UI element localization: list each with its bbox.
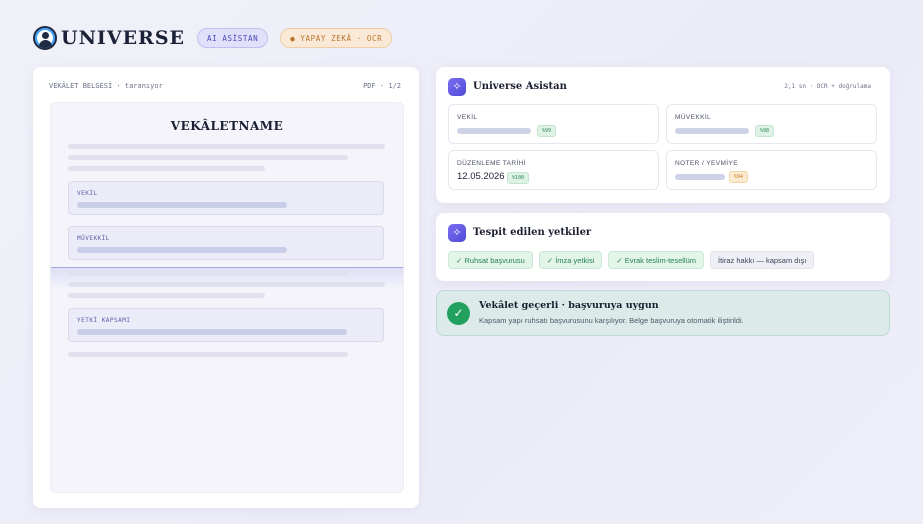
processing-meta: 2,1 sn · OCR + doğrulama <box>784 83 871 90</box>
extracted-field-muvekkil[interactable]: MÜVEKKİL %98 <box>666 104 877 144</box>
text-line <box>68 293 265 298</box>
extracted-field-vekil[interactable]: VEKİL %99 <box>448 104 659 144</box>
field-label: MÜVEKKİL <box>77 235 110 242</box>
scan-status: VEKÂLET BELGESİ · taranıyor <box>49 82 163 90</box>
authority-chip[interactable]: ✓ Ruhsat başvurusu <box>448 251 533 269</box>
field-value-placeholder <box>457 128 531 134</box>
result-title: Vekâlet geçerli · başvuruya uygun <box>479 300 659 311</box>
field-value-placeholder <box>675 128 749 134</box>
ai-ocr-badge: ● YAPAY ZEKÂ · OCR <box>280 28 393 48</box>
page-indicator: PDF · 1/2 <box>363 82 401 90</box>
field-label: VEKİL <box>457 114 478 121</box>
document-preview: VEKÂLETNAME VEKİL MÜVEKKİL YETKİ KAPSAMI <box>50 102 404 493</box>
brand-name: UNIVERSE <box>61 27 186 49</box>
authority-chip-out-of-scope[interactable]: İtiraz hakkı — kapsam dışı <box>710 251 815 269</box>
sparkle-icon: ✧ <box>448 224 466 242</box>
confidence-badge: %99 <box>537 125 557 137</box>
app-header: UNIVERSE AI ASİSTAN ● YAPAY ZEKÂ · OCR <box>33 25 393 51</box>
text-line <box>68 271 348 276</box>
field-value-placeholder <box>77 329 347 335</box>
document-panel: VEKÂLET BELGESİ · taranıyor PDF · 1/2 VE… <box>33 67 419 508</box>
logo-icon <box>33 26 57 50</box>
confidence-badge: %100 <box>507 172 530 184</box>
field-label: MÜVEKKİL <box>675 114 712 121</box>
field-vekil: VEKİL <box>68 181 384 215</box>
text-line <box>68 144 385 149</box>
sparkle-icon: ✧ <box>448 78 466 96</box>
ai-assistant-badge: AI ASİSTAN <box>197 28 269 48</box>
field-value-placeholder <box>675 174 725 180</box>
authority-chip[interactable]: ✓ İmza yetkisi <box>538 251 603 269</box>
text-line <box>68 155 348 160</box>
check-icon: ✓ <box>447 302 470 325</box>
result-description: Kapsam yapı ruhsatı başvurusunu karşılıy… <box>479 316 744 325</box>
field-label: VEKİL <box>77 190 98 197</box>
field-label: NOTER / YEVMİYE <box>675 160 738 167</box>
assistant-card: ✧ Universe Asistan 2,1 sn · OCR + doğrul… <box>436 67 890 203</box>
extracted-field-noter[interactable]: NOTER / YEVMİYE %94 <box>666 150 877 190</box>
assistant-title: Universe Asistan <box>473 81 567 92</box>
field-yetki-kapsami: YETKİ KAPSAMI <box>68 308 384 342</box>
authorities-card: ✧ Tespit edilen yetkiler ✓ Ruhsat başvur… <box>436 213 890 281</box>
confidence-badge: %98 <box>755 125 775 137</box>
field-value-placeholder <box>77 247 287 253</box>
extracted-field-date[interactable]: DÜZENLEME TARİHİ 12.05.2026 %100 <box>448 150 659 190</box>
confidence-badge: %94 <box>729 171 749 183</box>
authority-chip[interactable]: ✓ Evrak teslim-tesellüm <box>608 251 705 269</box>
authorities-title: Tespit edilen yetkiler <box>473 227 592 238</box>
field-label: YETKİ KAPSAMI <box>77 317 131 324</box>
field-value-placeholder <box>77 202 287 208</box>
validation-result: ✓ Vekâlet geçerli · başvuruya uygun Kaps… <box>436 290 890 336</box>
text-line <box>68 282 385 287</box>
field-value: 12.05.2026 <box>457 171 505 182</box>
field-label: DÜZENLEME TARİHİ <box>457 160 527 167</box>
document-title: VEKÂLETNAME <box>170 119 284 133</box>
field-muvekkil: MÜVEKKİL <box>68 226 384 260</box>
text-line <box>68 166 265 171</box>
text-line <box>68 352 348 357</box>
